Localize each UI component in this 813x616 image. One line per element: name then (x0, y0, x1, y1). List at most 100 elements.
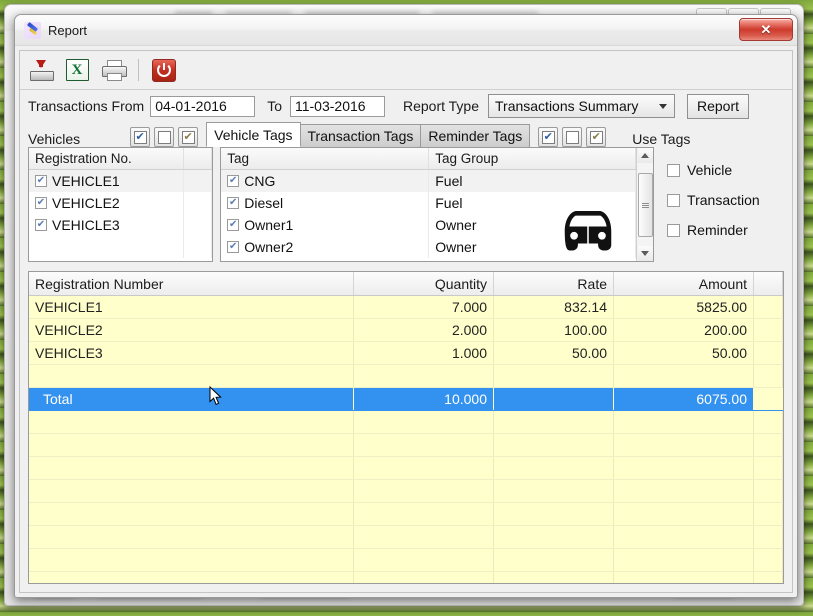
results-col-amount: Amount (614, 272, 754, 295)
selection-lists-row: Registration No. ✔ VEHICLE1 ✔ VEHICLE2 (20, 147, 792, 265)
table-row-empty (29, 365, 783, 388)
vehicles-uncheck-all-button[interactable] (154, 127, 174, 147)
table-row[interactable]: ✔ VEHICLE3 (29, 214, 212, 236)
cell-total-label: Total (29, 388, 354, 410)
cell-total-amount: 6075.00 (614, 388, 754, 410)
table-row[interactable]: ✔ Owner2 Owner (221, 236, 636, 258)
cell-blank (754, 296, 783, 318)
report-window: Report ✕ X (14, 14, 798, 598)
use-tag-reminder-checkbox[interactable] (667, 224, 680, 237)
table-row-empty (29, 236, 212, 258)
table-row[interactable]: ✔ Owner1 Owner (221, 214, 636, 236)
tags-uncheck-all-button[interactable] (562, 127, 582, 147)
table-row[interactable]: ✔ VEHICLE2 (29, 192, 212, 214)
scrollbar-track[interactable] (637, 163, 653, 246)
tags-grid[interactable]: Tag Tag Group ✔ CNG Fuel ✔ (220, 147, 654, 262)
results-grid-header: Registration Number Quantity Rate Amount (29, 272, 783, 296)
use-tags-label: Use Tags (632, 131, 690, 147)
table-row-empty (29, 572, 783, 584)
cell-quantity: 1.000 (354, 342, 494, 364)
table-row[interactable]: ✔ VEHICLE1 (29, 170, 212, 192)
use-tags-vehicle-row[interactable]: Vehicle (667, 155, 784, 185)
chevron-down-icon (659, 104, 667, 109)
table-row-empty (29, 457, 783, 480)
vehicles-grid[interactable]: Registration No. ✔ VEHICLE1 ✔ VEHICLE2 (28, 147, 213, 262)
excel-icon: X (66, 59, 89, 81)
grip-icon (642, 203, 649, 208)
vehicle-checkbox[interactable]: ✔ (35, 219, 47, 231)
to-label: To (267, 98, 282, 114)
cell-amount: 5825.00 (614, 296, 754, 318)
scroll-up-icon[interactable] (638, 148, 653, 163)
vehicle-checkbox[interactable]: ✔ (35, 175, 47, 187)
cell-total-blank (754, 388, 783, 410)
export-excel-button[interactable]: X (62, 55, 92, 85)
invert-check-icon: ✔ (182, 131, 195, 144)
table-row-empty (29, 549, 783, 572)
use-tag-transaction-checkbox[interactable] (667, 194, 680, 207)
tag-group: Owner (429, 214, 636, 236)
total-row[interactable]: Total 10.000 6075.00 (29, 388, 783, 411)
tags-check-all-button[interactable]: ✔ (538, 127, 558, 147)
tags-col-tag: Tag (221, 148, 429, 169)
vehicle-checkbox[interactable]: ✔ (35, 197, 47, 209)
scroll-down-icon[interactable] (638, 246, 653, 261)
check-icon: ✔ (542, 131, 555, 144)
results-col-rate: Rate (494, 272, 614, 295)
tags-grid-scrollbar[interactable] (636, 148, 653, 261)
tab-reminder-tags[interactable]: Reminder Tags (420, 124, 530, 147)
report-type-select[interactable]: Transactions Summary (488, 94, 675, 118)
tag-group: Fuel (429, 192, 636, 214)
report-client-area: X Transactions From 04-01-2016 To 11-03-… (19, 50, 793, 593)
report-type-label: Report Type (403, 98, 479, 114)
vehicles-invert-selection-button[interactable]: ✔ (178, 127, 198, 147)
tab-vehicle-tags[interactable]: Vehicle Tags (206, 122, 300, 147)
tag-group: Fuel (429, 170, 636, 192)
tag-checkbox[interactable]: ✔ (227, 241, 239, 253)
table-row-empty (29, 526, 783, 549)
close-app-button[interactable] (149, 55, 179, 85)
vehicles-col-blank (184, 148, 212, 169)
export-icon (30, 60, 52, 81)
table-row[interactable]: VEHICLE1 7.000 832.14 5825.00 (29, 296, 783, 319)
tag-name: CNG (244, 173, 275, 189)
print-button[interactable] (98, 55, 128, 85)
tags-invert-selection-button[interactable]: ✔ (586, 127, 606, 147)
vehicles-col-registration: Registration No. (29, 148, 184, 169)
vehicle-name: VEHICLE1 (52, 173, 120, 189)
results-empty-rows (29, 411, 783, 584)
close-button[interactable]: ✕ (739, 18, 793, 41)
results-col-quantity: Quantity (354, 272, 494, 295)
cell-registration: VEHICLE1 (29, 296, 354, 318)
scrollbar-thumb[interactable] (638, 173, 653, 237)
tag-checkbox[interactable]: ✔ (227, 219, 239, 231)
date-to-input[interactable]: 11-03-2016 (290, 96, 385, 117)
report-app-icon (24, 22, 41, 39)
table-row[interactable]: ✔ CNG Fuel (221, 170, 636, 192)
tab-transaction-tags[interactable]: Transaction Tags (300, 124, 422, 147)
use-tags-reminder-row[interactable]: Reminder (667, 215, 784, 245)
tag-name: Owner1 (244, 217, 293, 233)
excel-icon-letter: X (72, 63, 83, 78)
results-grid[interactable]: Registration Number Quantity Rate Amount… (28, 271, 784, 584)
cell-quantity: 7.000 (354, 296, 494, 318)
use-tags-transaction-row[interactable]: Transaction (667, 185, 784, 215)
vehicle-name: VEHICLE2 (52, 195, 120, 211)
transactions-from-label: Transactions From (28, 98, 144, 114)
vehicles-check-all-button[interactable]: ✔ (130, 127, 150, 147)
report-button[interactable]: Report (687, 94, 749, 119)
use-tag-vehicle-checkbox[interactable] (667, 164, 680, 177)
table-row[interactable]: VEHICLE3 1.000 50.00 50.00 (29, 342, 783, 365)
vehicles-label: Vehicles (28, 131, 80, 147)
date-from-input[interactable]: 04-01-2016 (150, 96, 255, 117)
tag-checkbox[interactable]: ✔ (227, 175, 239, 187)
toolbar: X (20, 51, 792, 90)
cell-total-rate (494, 388, 614, 410)
empty-box-icon (566, 131, 579, 144)
export-button[interactable] (26, 55, 56, 85)
tag-checkbox[interactable]: ✔ (227, 197, 239, 209)
cell-registration: VEHICLE3 (29, 342, 354, 364)
tabs-bar: Vehicles ✔ ✔ Vehicle Tags Transaction Ta… (20, 122, 792, 147)
table-row[interactable]: ✔ Diesel Fuel (221, 192, 636, 214)
table-row[interactable]: VEHICLE2 2.000 100.00 200.00 (29, 319, 783, 342)
